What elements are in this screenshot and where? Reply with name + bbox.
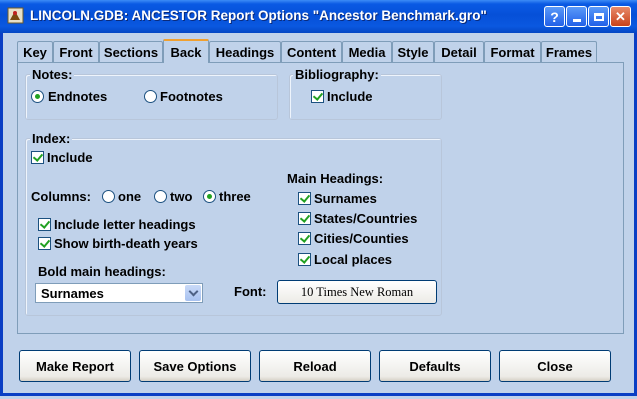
columns-three-label: three bbox=[219, 189, 251, 204]
minimize-icon bbox=[572, 19, 581, 22]
bibliography-include-label: Include bbox=[327, 89, 373, 104]
local-places-checkbox[interactable] bbox=[298, 253, 311, 266]
maximize-icon bbox=[593, 12, 604, 21]
notes-legend: Notes: bbox=[30, 67, 75, 82]
tab-back[interactable]: Back bbox=[163, 39, 209, 63]
states-countries-checkbox[interactable] bbox=[298, 212, 311, 225]
bibliography-include-checkbox[interactable] bbox=[311, 90, 324, 103]
birth-death-label: Show birth-death years bbox=[54, 236, 198, 251]
states-countries-label: States/Countries bbox=[314, 211, 418, 226]
close-button[interactable]: Close bbox=[499, 350, 611, 382]
columns-one-label: one bbox=[118, 189, 142, 204]
window-title: LINCOLN.GDB: ANCESTOR Report Options "An… bbox=[30, 8, 487, 23]
columns-one-radio[interactable] bbox=[102, 190, 115, 203]
letter-headings-checkbox[interactable] bbox=[38, 218, 51, 231]
bold-main-headings-value: Surnames bbox=[41, 286, 104, 301]
close-window-button[interactable]: ✕ bbox=[610, 6, 631, 27]
app-icon bbox=[7, 7, 24, 24]
endnotes-label: Endnotes bbox=[48, 89, 108, 104]
columns-two-label: two bbox=[170, 189, 193, 204]
main-headings-label: Main Headings: bbox=[287, 171, 384, 186]
columns-three-radio[interactable] bbox=[203, 190, 216, 203]
bold-main-headings-label: Bold main headings: bbox=[38, 264, 166, 279]
endnotes-radio[interactable] bbox=[31, 90, 44, 103]
columns-label: Columns: bbox=[31, 189, 91, 204]
index-include-checkbox[interactable] bbox=[31, 151, 44, 164]
tab-sections[interactable]: Sections bbox=[99, 41, 163, 62]
defaults-button[interactable]: Defaults bbox=[379, 350, 491, 382]
bibliography-legend: Bibliography: bbox=[293, 67, 381, 82]
title-bar[interactable]: LINCOLN.GDB: ANCESTOR Report Options "An… bbox=[0, 0, 637, 33]
tab-content[interactable]: Content bbox=[281, 41, 342, 62]
tab-format[interactable]: Format bbox=[484, 41, 541, 62]
tab-key[interactable]: Key bbox=[17, 41, 53, 62]
cities-counties-label: Cities/Counties bbox=[314, 231, 409, 246]
index-include-label: Include bbox=[47, 150, 93, 165]
make-report-button[interactable]: Make Report bbox=[19, 350, 131, 382]
tab-headings[interactable]: Headings bbox=[209, 41, 281, 62]
tab-detail[interactable]: Detail bbox=[434, 41, 484, 62]
maximize-button[interactable] bbox=[588, 6, 609, 27]
local-places-label: Local places bbox=[314, 252, 393, 267]
font-label: Font: bbox=[234, 284, 267, 299]
cities-counties-checkbox[interactable] bbox=[298, 232, 311, 245]
index-legend: Index: bbox=[30, 131, 73, 146]
minimize-button[interactable] bbox=[566, 6, 587, 27]
tab-media[interactable]: Media bbox=[342, 41, 392, 62]
footnotes-label: Footnotes bbox=[160, 89, 223, 104]
close-icon: ✕ bbox=[615, 8, 626, 24]
footnotes-radio[interactable] bbox=[144, 90, 157, 103]
tab-style[interactable]: Style bbox=[392, 41, 434, 62]
tab-front[interactable]: Front bbox=[53, 41, 99, 62]
font-button[interactable]: 10 Times New Roman bbox=[277, 280, 437, 304]
help-button[interactable]: ? bbox=[544, 6, 565, 27]
surnames-checkbox[interactable] bbox=[298, 192, 311, 205]
tab-frames[interactable]: Frames bbox=[541, 41, 597, 62]
report-options-window: LINCOLN.GDB: ANCESTOR Report Options "An… bbox=[0, 0, 637, 396]
chevron-down-icon[interactable] bbox=[185, 285, 201, 301]
birth-death-checkbox[interactable] bbox=[38, 237, 51, 250]
save-options-button[interactable]: Save Options bbox=[139, 350, 251, 382]
columns-two-radio[interactable] bbox=[154, 190, 167, 203]
surnames-label: Surnames bbox=[314, 191, 377, 206]
bold-main-headings-select[interactable]: Surnames bbox=[35, 283, 203, 303]
letter-headings-label: Include letter headings bbox=[54, 217, 196, 232]
reload-button[interactable]: Reload bbox=[259, 350, 371, 382]
